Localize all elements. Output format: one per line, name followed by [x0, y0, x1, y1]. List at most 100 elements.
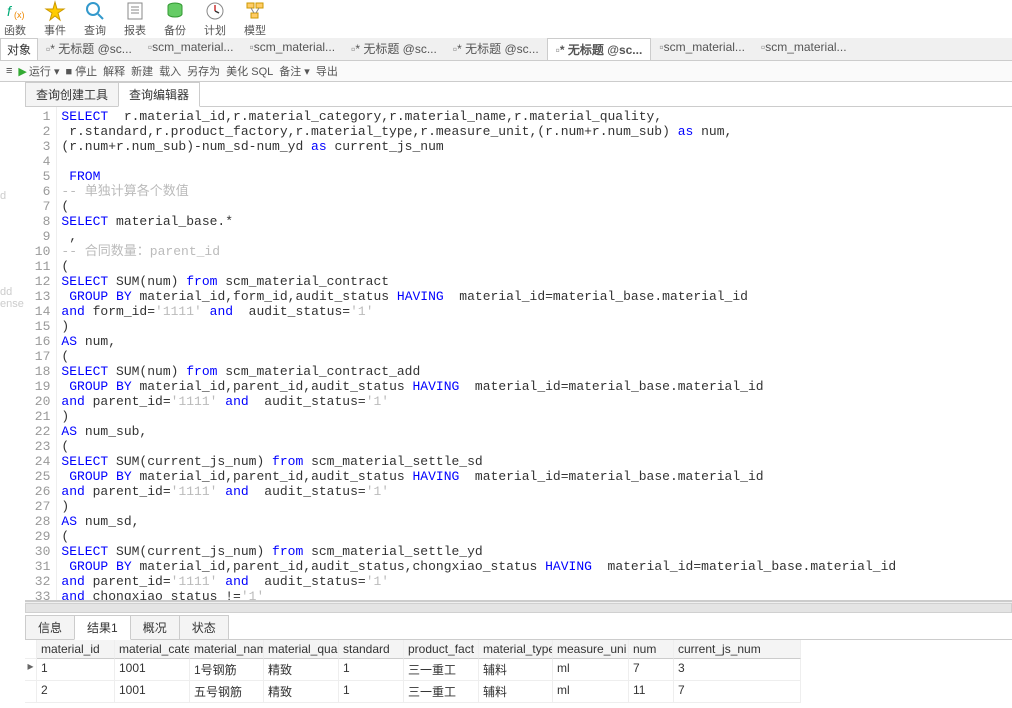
report-icon: [124, 0, 146, 22]
document-tab-bar: 对象 ▫* 无标题 @sc...▫scm_material...▫scm_mat…: [0, 38, 1012, 61]
toolbar-label: 备份: [164, 22, 186, 38]
grid-cell[interactable]: 1001: [115, 681, 190, 703]
file-icon: ▫: [46, 42, 50, 56]
file-icon: ▫: [556, 43, 560, 57]
stop-button[interactable]: ■ 停止: [65, 63, 97, 79]
backup-icon: [164, 0, 186, 22]
doc-tab[interactable]: ▫scm_material...: [140, 38, 242, 60]
explain-button[interactable]: 解释: [103, 63, 125, 79]
object-panel-label[interactable]: 对象: [0, 38, 38, 60]
toolbar-label: 查询: [84, 22, 106, 38]
left-panel-peek: d dd ense: [0, 190, 24, 310]
query-icon: [84, 0, 106, 22]
remark-button[interactable]: 备注 ▾: [279, 63, 310, 79]
grid-cell[interactable]: 7: [674, 681, 801, 703]
toolbar-label: 计划: [204, 22, 226, 38]
toolbar-model[interactable]: 模型: [244, 0, 266, 38]
result-tab-status[interactable]: 状态: [179, 615, 229, 639]
event-icon: [44, 0, 66, 22]
fn-icon: f(x): [4, 0, 26, 22]
model-icon: [244, 0, 266, 22]
doc-tab[interactable]: ▫* 无标题 @sc...: [38, 38, 140, 60]
grid-cell[interactable]: 精致: [264, 681, 339, 703]
grid-cell[interactable]: 三一重工: [404, 681, 479, 703]
saveas-button[interactable]: 另存为: [187, 63, 220, 79]
menu-icon[interactable]: ≡: [6, 65, 12, 77]
grid-cell[interactable]: 2: [37, 681, 115, 703]
grid-cell[interactable]: 三一重工: [404, 659, 479, 681]
file-icon: ▫: [761, 40, 765, 54]
grid-cell[interactable]: 辅料: [479, 681, 553, 703]
main-toolbar: f(x)函数事件查询报表备份计划模型: [0, 0, 1012, 38]
result-tab-overview[interactable]: 概况: [130, 615, 180, 639]
sql-code[interactable]: SELECT r.material_id,r.material_category…: [57, 107, 900, 600]
grid-header-cell[interactable]: material_type: [479, 640, 553, 659]
beautify-button[interactable]: 美化 SQL: [226, 63, 273, 79]
toolbar-label: 模型: [244, 22, 266, 38]
grid-cell[interactable]: 五号钢筋: [190, 681, 264, 703]
toolbar-label: 函数: [4, 22, 26, 38]
toolbar-event[interactable]: 事件: [44, 0, 66, 38]
grid-cell[interactable]: 1: [37, 659, 115, 681]
grid-cell[interactable]: 11: [629, 681, 674, 703]
run-button[interactable]: 运行 ▾: [18, 63, 59, 79]
grid-cell[interactable]: 精致: [264, 659, 339, 681]
result-tab-info[interactable]: 信息: [25, 615, 75, 639]
table-row[interactable]: 21001五号钢筋精致1三一重工辅料ml117: [25, 681, 1012, 703]
result-grid[interactable]: material_idmaterial_catematerial_nammate…: [25, 640, 1012, 703]
toolbar-backup[interactable]: 备份: [164, 0, 186, 38]
grid-header-cell[interactable]: product_fact: [404, 640, 479, 659]
grid-cell[interactable]: ml: [553, 681, 629, 703]
grid-cell[interactable]: 3: [674, 659, 801, 681]
subtab-qe[interactable]: 查询编辑器: [118, 82, 200, 107]
row-marker: ▸: [25, 659, 37, 681]
editor-subtabs: 查询创建工具查询编辑器: [25, 82, 1012, 107]
toolbar-label: 报表: [124, 22, 146, 38]
file-icon: ▫: [659, 40, 663, 54]
doc-tab[interactable]: ▫* 无标题 @sc...: [547, 38, 652, 60]
grid-header-cell[interactable]: material_nam: [190, 640, 264, 659]
svg-text:f: f: [7, 3, 13, 19]
row-marker: [25, 681, 37, 703]
grid-header-cell[interactable]: current_js_num: [674, 640, 801, 659]
table-row[interactable]: ▸110011号钢筋精致1三一重工辅料ml73: [25, 659, 1012, 681]
subtab-qb[interactable]: 查询创建工具: [25, 82, 119, 106]
grid-cell[interactable]: ml: [553, 659, 629, 681]
result-tabs: 信息结果1概况状态: [25, 615, 1012, 640]
grid-cell[interactable]: 1: [339, 681, 404, 703]
doc-tab[interactable]: ▫scm_material...: [651, 38, 753, 60]
grid-header-cell[interactable]: num: [629, 640, 674, 659]
file-icon: ▫: [453, 42, 457, 56]
grid-header-cell[interactable]: material_qua: [264, 640, 339, 659]
export-button[interactable]: 导出: [316, 63, 338, 79]
file-icon: ▫: [249, 40, 253, 54]
doc-tab[interactable]: ▫* 无标题 @sc...: [343, 38, 445, 60]
grid-cell[interactable]: 1001: [115, 659, 190, 681]
toolbar-label: 事件: [44, 22, 66, 38]
grid-header-cell[interactable]: standard: [339, 640, 404, 659]
new-button[interactable]: 新建: [131, 63, 153, 79]
file-icon: ▫: [148, 40, 152, 54]
grid-cell[interactable]: 1号钢筋: [190, 659, 264, 681]
load-button[interactable]: 载入: [159, 63, 181, 79]
toolbar-report[interactable]: 报表: [124, 0, 146, 38]
grid-cell[interactable]: 1: [339, 659, 404, 681]
doc-tab[interactable]: ▫* 无标题 @sc...: [445, 38, 547, 60]
sql-editor[interactable]: 1 2 3 4 5 6 7 8 9 10 11 12 13 14 15 16 1…: [25, 107, 1012, 601]
grid-header-cell[interactable]: material_id: [37, 640, 115, 659]
doc-tab[interactable]: ▫scm_material...: [753, 38, 855, 60]
file-icon: ▫: [351, 42, 355, 56]
horizontal-scrollbar[interactable]: [25, 601, 1012, 613]
grid-header-row: material_idmaterial_catematerial_nammate…: [25, 640, 1012, 659]
result-tab-res1[interactable]: 结果1: [74, 615, 131, 640]
grid-cell[interactable]: 辅料: [479, 659, 553, 681]
grid-header-cell[interactable]: measure_uni: [553, 640, 629, 659]
toolbar-fn[interactable]: f(x)函数: [4, 0, 26, 38]
svg-text:(x): (x): [14, 10, 25, 20]
doc-tab[interactable]: ▫scm_material...: [241, 38, 343, 60]
toolbar-plan[interactable]: 计划: [204, 0, 226, 38]
grid-cell[interactable]: 7: [629, 659, 674, 681]
grid-header-cell[interactable]: material_cate: [115, 640, 190, 659]
query-action-bar: ≡ 运行 ▾ ■ 停止 解释 新建 载入 另存为 美化 SQL 备注 ▾ 导出: [0, 61, 1012, 82]
toolbar-query[interactable]: 查询: [84, 0, 106, 38]
